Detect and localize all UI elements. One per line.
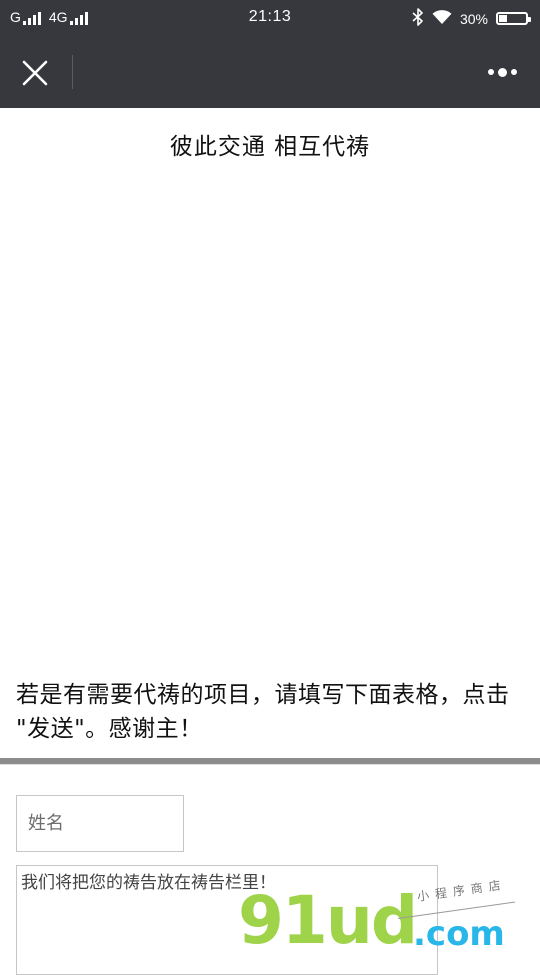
status-bar: G 4G 21:13 30%	[0, 0, 540, 36]
page-title: 彼此交通 相互代祷	[169, 134, 371, 160]
battery-icon	[496, 12, 531, 25]
battery-percent: 30%	[459, 10, 488, 27]
nav-bar	[0, 36, 540, 108]
battery-fill	[499, 15, 507, 22]
close-icon	[22, 60, 48, 86]
more-icon	[487, 67, 517, 77]
prayer-request-textarea[interactable]	[16, 865, 438, 975]
bluetooth-icon	[412, 8, 424, 29]
name-input[interactable]	[16, 795, 184, 852]
nav-divider	[72, 55, 73, 89]
instructions-text: 若是有需要代祷的项目，请填写下面表格，点击 "发送"。感谢主！	[16, 682, 510, 742]
section-divider-line	[0, 764, 540, 765]
more-button[interactable]	[480, 58, 524, 86]
close-button[interactable]	[14, 52, 56, 94]
status-right: 30%	[412, 8, 531, 29]
wifi-icon	[432, 9, 452, 28]
